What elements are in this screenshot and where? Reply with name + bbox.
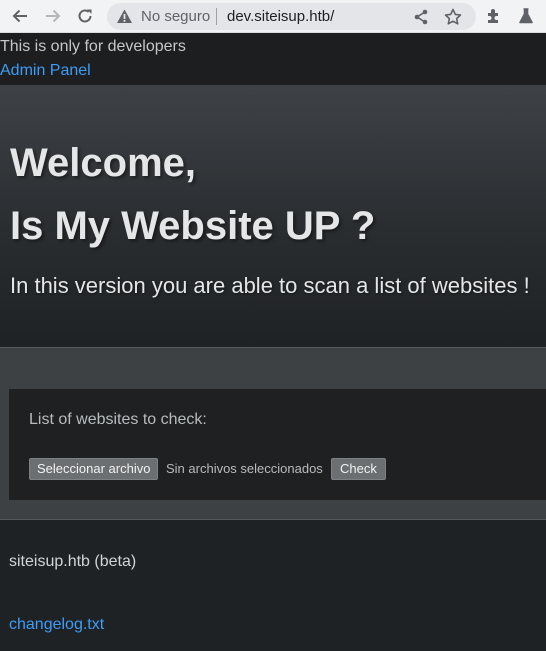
address-bar[interactable]: No seguro dev.siteisup.htb/ xyxy=(107,3,476,30)
labs-icon[interactable] xyxy=(514,5,538,27)
url-text[interactable]: dev.siteisup.htb/ xyxy=(227,8,334,25)
warning-icon[interactable] xyxy=(116,8,133,25)
file-status: Sin archivos seleccionados xyxy=(166,461,323,476)
star-icon[interactable] xyxy=(443,7,463,27)
welcome-heading: Welcome, xyxy=(10,141,196,185)
hero-lead: In this version you are able to scan a l… xyxy=(10,273,530,298)
upload-form: List of websites to check: Seleccionar a… xyxy=(9,389,546,500)
site-brand: siteisup.htb (beta) xyxy=(9,553,137,570)
reload-icon[interactable] xyxy=(73,5,97,27)
extensions-icon[interactable] xyxy=(482,5,506,27)
choose-file-button[interactable]: Seleccionar archivo xyxy=(29,458,159,480)
page-title: Is My Website UP ? xyxy=(10,204,376,248)
hero-section: Welcome, Is My Website UP ? In this vers… xyxy=(0,85,546,347)
upload-section: List of websites to check: Seleccionar a… xyxy=(0,347,546,520)
developer-bar: This is only for developers Admin Panel xyxy=(0,33,546,85)
footer: siteisup.htb (beta) changelog.txt xyxy=(0,520,546,651)
developer-note: This is only for developers xyxy=(0,38,186,55)
omnibox-divider xyxy=(216,8,217,25)
admin-panel-link[interactable]: Admin Panel xyxy=(0,62,91,80)
websites-list-label: List of websites to check: xyxy=(29,411,207,428)
browser-toolbar: No seguro dev.siteisup.htb/ xyxy=(0,0,546,33)
forward-icon[interactable] xyxy=(41,5,65,27)
changelog-link[interactable]: changelog.txt xyxy=(9,616,104,634)
share-icon[interactable] xyxy=(411,7,431,27)
back-icon[interactable] xyxy=(8,5,32,27)
check-button[interactable]: Check xyxy=(331,458,386,480)
security-label[interactable]: No seguro xyxy=(141,8,210,25)
